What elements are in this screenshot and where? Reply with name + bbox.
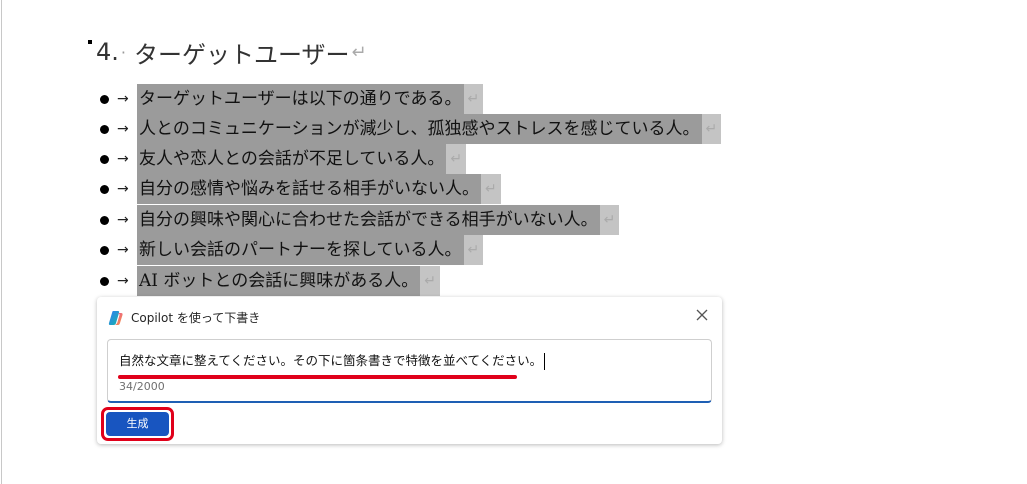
prompt-input[interactable]: 自然な文章に整えてください。その下に箇条書きで特徴を並べてください。 34/20…	[107, 339, 712, 403]
close-icon[interactable]	[694, 307, 710, 323]
generate-button[interactable]: 生成	[106, 412, 169, 436]
list-item-text: 自分の感情や悩みを話せる相手がいない人。	[137, 174, 481, 204]
bullet-icon	[100, 184, 109, 194]
bullet-icon	[100, 124, 109, 134]
tab-arrow-icon: →	[117, 121, 129, 137]
bullet-icon	[100, 276, 109, 286]
list-item[interactable]: → 新しい会話のパートナーを探している人。 ↵	[96, 235, 484, 265]
list-item-text: 自分の興味や関心に合わせた会話ができる相手がいない人。	[137, 205, 600, 235]
prompt-input-value: 自然な文章に整えてください。その下に箇条書きで特徴を並べてください。	[119, 352, 546, 370]
paragraph-mark: ↵	[599, 205, 620, 235]
paragraph-mark: ↵	[463, 84, 484, 114]
bullet-icon	[100, 94, 109, 104]
list-item-text: 新しい会話のパートナーを探している人。	[137, 235, 464, 265]
tab-arrow-icon: →	[117, 91, 129, 107]
document-page[interactable]: 4. · ターゲットユーザー ↵ → ターゲットユーザーは以下の通りである。 ↵…	[0, 0, 1027, 484]
list-item[interactable]: → 友人や恋人との会話が不足している人。 ↵	[96, 144, 467, 174]
red-annotation-underline	[118, 375, 517, 379]
copilot-draft-dialog: Copilot を使って下書き 自然な文章に整えてください。その下に箇条書きで特…	[97, 297, 722, 444]
paragraph-mark: ↵	[481, 174, 501, 204]
paragraph-mark: ↵	[701, 114, 722, 144]
list-item-text: ターゲットユーザーは以下の通りである。	[137, 84, 464, 114]
list-item[interactable]: → 人とのコミュニケーションが減少し、孤独感やストレスを感じている人。 ↵	[96, 114, 722, 144]
tab-arrow-icon: →	[117, 181, 129, 197]
list-item[interactable]: → ターゲットユーザーは以下の通りである。 ↵	[96, 84, 484, 114]
tab-arrow-icon: →	[117, 242, 129, 258]
copilot-logo-icon	[107, 309, 125, 327]
bullet-icon	[100, 245, 109, 255]
list-item-text: AI ボットとの会話に興味がある人。	[137, 266, 421, 296]
list-item[interactable]: → 自分の興味や関心に合わせた会話ができる相手がいない人。 ↵	[96, 205, 620, 235]
paragraph-mark: ↵	[420, 266, 440, 296]
list-item[interactable]: → 自分の感情や悩みを話せる相手がいない人。 ↵	[96, 174, 501, 204]
list-item[interactable]: → AI ボットとの会話に興味がある人。 ↵	[96, 266, 440, 296]
paragraph-mark: ↵	[463, 235, 484, 265]
character-count: 34/2000	[119, 380, 165, 393]
heading-number: 4.	[96, 38, 119, 66]
heading-anchor-mark	[88, 40, 92, 44]
paragraph-mark: ↵	[351, 41, 367, 63]
heading-text: ターゲットユーザー	[134, 40, 350, 69]
list-item-text: 人とのコミュニケーションが減少し、孤独感やストレスを感じている人。	[137, 114, 702, 144]
paragraph-mark: ↵	[446, 144, 467, 174]
tab-arrow-icon: →	[117, 212, 129, 228]
bullet-icon	[100, 215, 109, 225]
tab-arrow-icon: →	[117, 151, 129, 167]
tab-arrow-icon: →	[117, 273, 129, 289]
bullet-icon	[100, 154, 109, 164]
dialog-title: Copilot を使って下書き	[131, 311, 261, 325]
text-caret	[544, 353, 546, 370]
list-item-text: 友人や恋人との会話が不足している人。	[137, 144, 447, 174]
section-heading[interactable]: 4. · ターゲットユーザー ↵	[88, 34, 367, 70]
tab-marker: ·	[120, 42, 126, 62]
